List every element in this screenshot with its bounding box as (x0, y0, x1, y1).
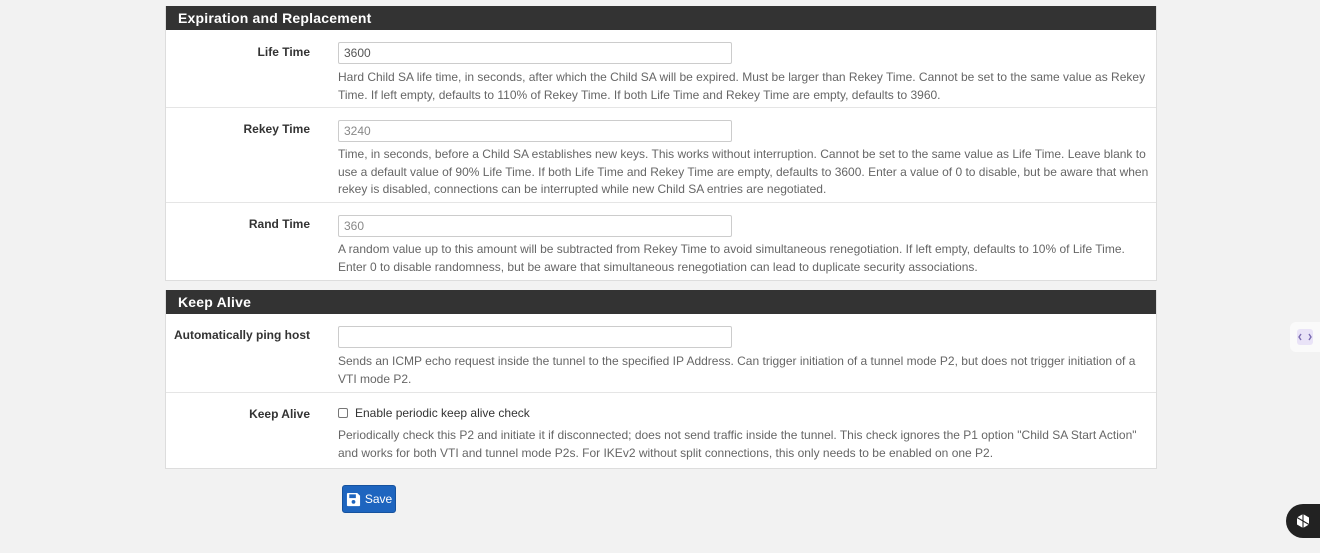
corner-widget[interactable] (1286, 504, 1320, 538)
rand-time-label: Rand Time (248, 217, 310, 231)
keep-alive-help: Periodically check this P2 and initiate … (338, 428, 1137, 460)
life-time-row: Life Time Hard Child SA life time, in se… (166, 30, 1156, 107)
life-time-label: Life Time (257, 45, 310, 59)
save-button-label: Save (364, 492, 393, 506)
rekey-time-row: Rekey Time Time, in seconds, before a Ch… (166, 107, 1156, 202)
ping-host-row: Automatically ping host Sends an ICMP ec… (166, 314, 1156, 392)
keepalive-panel: Keep Alive Automatically ping host Sends… (165, 290, 1157, 469)
rand-time-input[interactable] (338, 215, 732, 237)
keep-alive-label: Keep Alive (249, 407, 310, 421)
cube-icon (1296, 514, 1310, 528)
life-time-input[interactable] (338, 42, 732, 64)
ping-host-help: Sends an ICMP echo request inside the tu… (338, 354, 1136, 386)
life-time-help: Hard Child SA life time, in seconds, aft… (338, 70, 1146, 102)
expiration-heading: Expiration and Replacement (166, 6, 1156, 30)
rand-time-row: Rand Time A random value up to this amou… (166, 202, 1156, 280)
rand-time-help: A random value up to this amount will be… (338, 242, 1125, 274)
keep-alive-checkbox-label: Enable periodic keep alive check (355, 406, 530, 420)
keep-alive-checkbox-wrap[interactable]: Enable periodic keep alive check (338, 406, 530, 420)
keepalive-heading: Keep Alive (166, 290, 1156, 314)
ping-host-label: Automatically ping host (173, 328, 310, 342)
save-button[interactable]: Save (342, 485, 396, 513)
rekey-time-input[interactable] (338, 120, 732, 142)
ping-host-input[interactable] (338, 326, 732, 348)
floppy-disk-icon (346, 492, 360, 506)
side-widget[interactable] (1290, 322, 1320, 352)
keep-alive-checkbox[interactable] (338, 408, 348, 418)
rekey-time-help: Time, in seconds, before a Child SA esta… (338, 147, 1149, 196)
keep-alive-row: Keep Alive Enable periodic keep alive ch… (166, 392, 1156, 468)
expiration-panel: Expiration and Replacement Life Time Har… (165, 6, 1157, 281)
code-icon (1297, 329, 1313, 345)
rekey-time-label: Rekey Time (243, 122, 311, 136)
